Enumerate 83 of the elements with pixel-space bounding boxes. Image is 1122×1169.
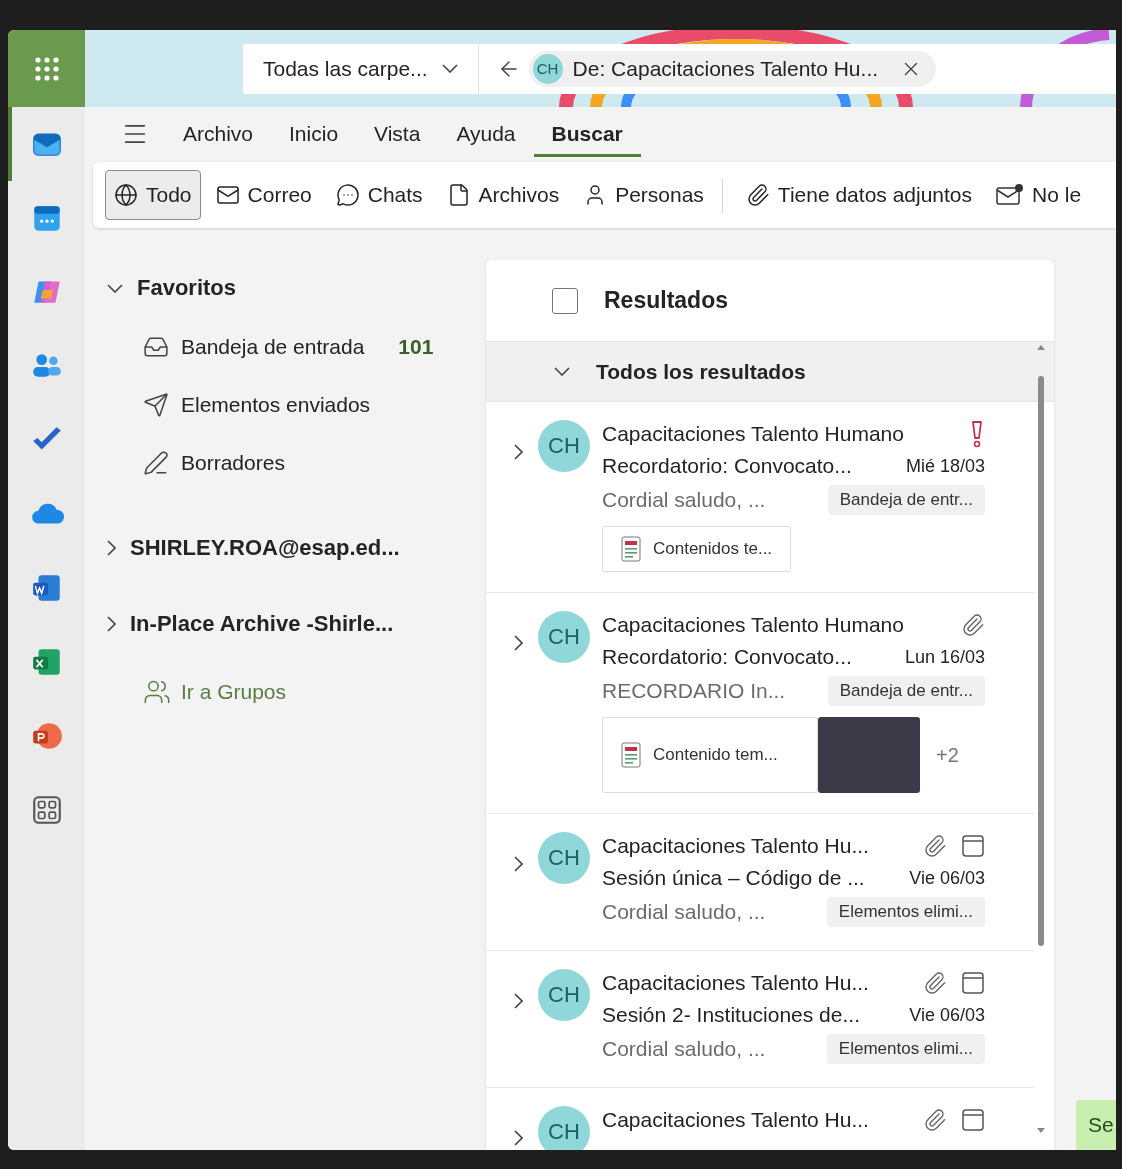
folder-tag: Elementos elimi... [826,1034,985,1064]
favorites-header[interactable]: Favoritos [107,268,486,308]
sender-name: Capacitaciones Talento Humano [602,613,904,637]
filter-button[interactable]: Tiene datos adjuntos [718,170,982,220]
filter-button[interactable]: No le [987,170,1091,220]
message-date: Mié 18/03 [905,455,985,477]
filter-button[interactable]: Correo [206,170,321,220]
message-date: Vie 06/03 [909,867,985,889]
chevron-down-icon [441,64,458,73]
chevron-down-icon [554,367,570,376]
folder-item[interactable]: Bandeja de entrada 101 [107,318,486,376]
mailbox-header[interactable]: In-Place Archive -Shirle... [107,604,486,644]
chevron-right-icon [513,1130,523,1146]
select-all-checkbox[interactable] [552,287,578,314]
ribbon-tab[interactable]: Vista [356,114,439,157]
paperclip-icon [745,183,770,207]
chevron-down-icon [107,283,123,293]
sender-name: Capacitaciones Talento Hu... [602,1108,869,1132]
pdf-file-icon [621,536,641,562]
envelope-dot-icon [996,183,1025,207]
message-subject: Recordatorio: Convocato... [602,645,852,669]
sender-name: Capacitaciones Talento Hu... [602,834,869,858]
ribbon-tab[interactable]: Inicio [271,114,357,157]
chat-bubble-icon [335,183,360,207]
envelope-icon [215,183,240,207]
chevron-right-icon [107,616,116,632]
chip-text: De: Capacitaciones Talento Hu... [572,56,879,81]
sender-avatar: CH [538,969,590,1021]
message-preview: Cordial saludo, ... [602,900,766,924]
ribbon-tab[interactable]: Buscar [533,114,641,157]
folder-tag: Elementos elimi... [826,897,985,927]
filter-button[interactable]: Chats [326,170,432,220]
sender-avatar: CH [538,832,590,884]
pen-icon [143,450,169,476]
chevron-right-icon [513,635,523,651]
sender-avatar: CH [538,611,590,663]
message-subject: Recordatorio: Convocato... [602,454,852,478]
filter-button[interactable]: Todo [105,170,201,220]
attachment-chip[interactable]: Contenido tem... [602,717,818,793]
sender-avatar: CH [532,53,563,84]
message-item[interactable]: CH Capacitaciones Talento Hu... [486,1088,1034,1150]
filter-button[interactable]: Archivos [437,170,569,220]
message-item[interactable]: CH Capacitaciones Talento Humano Recordatorio: Convocato... Mié 18/03 Cordial saludo, ... Bandeja de entr... Contenidos te... [486,402,1034,593]
folder-tag: Bandeja de entr... [827,676,985,706]
sender-avatar: CH [538,1106,590,1150]
filter-button[interactable]: Personas [574,170,713,220]
message-preview: RECORDARIO In... [602,679,786,703]
group-icon [143,678,171,706]
chevron-right-icon [513,444,523,460]
globe-icon [114,183,138,207]
ribbon-tab[interactable]: Ayuda [438,114,534,157]
more-attachments-count: +2 [936,743,959,767]
message-date: Lun 16/03 [904,646,985,668]
message-item[interactable]: CH Capacitaciones Talento Hu... Sesión 2- Instituciones de... Vie 06/03 Cordial saludo, ... Elementos elimi... [486,951,1034,1088]
groups-link[interactable]: Ir a Grupos [107,678,486,706]
folder-scope-dropdown[interactable]: Todas las carpe... [243,43,479,94]
sender-name: Capacitaciones Talento Humano [602,422,904,446]
ribbon-tab[interactable]: Archivo [165,114,272,157]
results-title: Resultados [604,287,728,314]
message-preview: Cordial saludo, ... [602,1037,766,1061]
folder-item[interactable]: Elementos enviados [107,376,486,434]
app-launcher-button[interactable] [8,30,85,107]
chevron-right-icon [513,993,523,1009]
message-preview: Cordial saludo, ... [602,488,766,512]
chevron-right-icon [107,540,116,556]
chevron-right-icon [513,856,523,872]
attachment-chip[interactable]: Contenidos te... [602,526,792,572]
message-item[interactable]: CH Capacitaciones Talento Hu... Sesión única – Código de ... Vie 06/03 Cordial saludo, ... Elementos elimi... [486,814,1034,951]
message-date: Vie 06/03 [909,1004,985,1026]
results-group-header[interactable]: Todos los resultados [486,342,1054,402]
message-subject: Sesión única – Código de ... [602,866,865,890]
waffle-icon [32,54,61,83]
sender-avatar: CH [538,420,590,472]
unread-count: 101 [398,335,434,359]
folder-tag: Bandeja de entr... [827,485,985,515]
mailbox-header[interactable]: SHIRLEY.ROA@esap.ed... [107,528,486,568]
pdf-file-icon [621,742,641,768]
side-button[interactable]: Se [1076,1100,1116,1150]
send-icon [143,392,169,418]
sender-name: Capacitaciones Talento Hu... [602,971,869,995]
folder-item[interactable]: Borradores [107,434,486,492]
message-subject: Sesión 2- Instituciones de... [602,1003,860,1027]
message-item[interactable]: CH Capacitaciones Talento Humano Recordatorio: Convocato... Lun 16/03 RECORDARIO In... Bandeja de entr... Contenido tem... +2 [486,593,1034,814]
